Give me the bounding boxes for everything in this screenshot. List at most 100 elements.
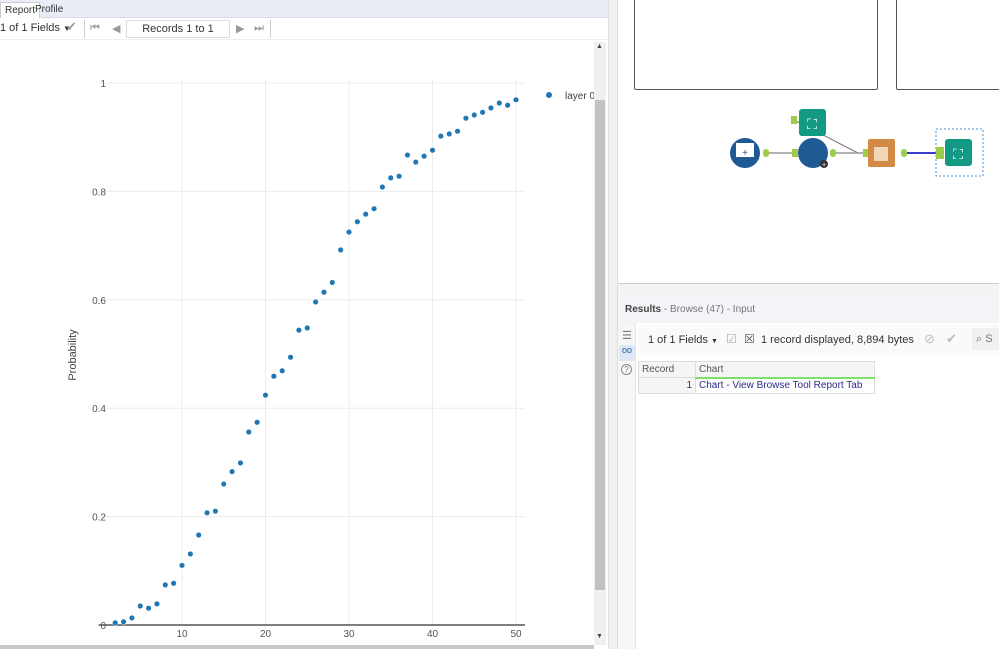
data-point[interactable] <box>112 619 119 626</box>
cancel-icon[interactable]: ⊘ <box>924 331 935 347</box>
fields-label: 1 of 1 Fields <box>648 334 708 346</box>
data-point[interactable] <box>329 279 336 286</box>
data-point[interactable] <box>178 562 186 569</box>
browse-tool-icon-selected[interactable]: ⛶ <box>935 128 984 177</box>
chart-tool-icon[interactable] <box>863 139 907 167</box>
tab-profile[interactable]: Profile <box>31 2 67 18</box>
first-record-icon[interactable]: ⏮ <box>90 22 100 35</box>
data-point[interactable] <box>496 100 503 107</box>
tool-container[interactable] <box>634 0 878 90</box>
data-point[interactable] <box>362 211 369 218</box>
data-point[interactable] <box>345 229 353 236</box>
data-point[interactable] <box>204 509 211 516</box>
panel-splitter[interactable] <box>608 0 618 649</box>
data-point[interactable] <box>429 147 436 154</box>
data-point[interactable] <box>220 481 227 488</box>
data-point[interactable] <box>128 614 135 622</box>
data-point[interactable] <box>120 618 127 625</box>
data-point[interactable] <box>162 581 169 588</box>
apply-check-icon[interactable]: ✔ <box>946 331 957 347</box>
tool-container[interactable] <box>896 0 999 90</box>
prev-record-icon[interactable]: ◀ <box>112 22 120 35</box>
records-range: Records 1 to 1 <box>126 20 230 38</box>
data-point[interactable] <box>195 531 202 539</box>
data-point[interactable] <box>379 184 386 191</box>
x-tick-label: 20 <box>260 629 272 640</box>
data-point[interactable] <box>412 159 419 166</box>
column-header-chart[interactable]: Chart <box>695 361 875 379</box>
chart-cell[interactable]: Chart - View Browse Tool Report Tab <box>695 377 875 394</box>
scatter-chart: 0 0.2 0.4 0.6 0.8 1 10 20 30 40 50 Probability lay… <box>67 79 594 640</box>
data-point[interactable] <box>371 205 378 212</box>
data-point[interactable] <box>170 580 177 587</box>
data-point[interactable] <box>479 109 486 116</box>
scrollbar-thumb[interactable] <box>595 100 605 590</box>
svg-text:⛶: ⛶ <box>807 116 817 132</box>
scroll-up-icon[interactable]: ▲ <box>596 43 603 50</box>
input-tool-icon[interactable]: + <box>730 138 769 168</box>
x-tick-label: 40 <box>427 629 439 640</box>
svg-text:+: + <box>822 162 826 169</box>
data-point[interactable] <box>337 246 344 253</box>
join-tool-icon[interactable]: + <box>792 138 836 169</box>
list-icon[interactable]: ☰ <box>622 329 632 342</box>
workflow-canvas[interactable]: + ⛶ + ⛶ <box>618 0 999 285</box>
data-point[interactable] <box>354 218 361 225</box>
legend-entry[interactable]: layer 0 <box>565 91 594 102</box>
data-point[interactable] <box>312 298 319 306</box>
data-point[interactable] <box>437 133 444 140</box>
y-tick-label: 0.6 <box>92 296 106 307</box>
data-point[interactable] <box>153 600 160 607</box>
data-point[interactable] <box>304 324 311 332</box>
data-point[interactable] <box>262 392 269 399</box>
fields-dropdown[interactable]: 1 of 1 Fields ▼ <box>0 22 71 34</box>
data-point[interactable] <box>287 354 294 361</box>
scroll-down-icon[interactable]: ▼ <box>596 633 603 640</box>
y-tick-label: 0.4 <box>92 404 106 415</box>
data-point[interactable] <box>254 419 261 426</box>
data-point[interactable] <box>320 289 328 296</box>
data-point[interactable] <box>279 367 286 374</box>
data-point[interactable] <box>145 605 152 612</box>
divider <box>84 20 85 38</box>
data-point[interactable] <box>229 468 236 475</box>
data-point[interactable] <box>404 152 411 159</box>
uncheck-all-icon[interactable]: ☒ <box>744 332 755 346</box>
chevron-down-icon: ▼ <box>710 338 718 345</box>
last-record-icon[interactable]: ⏭ <box>254 22 264 35</box>
data-point[interactable] <box>137 602 144 610</box>
data-point[interactable] <box>512 96 520 103</box>
browse-tool-icon[interactable]: ⛶ <box>791 109 826 136</box>
data-point[interactable] <box>462 115 469 122</box>
y-tick-label: 1 <box>100 79 106 90</box>
table-row[interactable]: 1 Chart - View Browse Tool Report Tab <box>638 377 875 394</box>
data-point[interactable] <box>270 373 277 380</box>
data-point[interactable] <box>245 428 252 436</box>
next-record-icon[interactable]: ▶ <box>236 22 244 35</box>
data-point[interactable] <box>446 130 453 137</box>
data-point[interactable] <box>471 111 478 119</box>
data-point[interactable] <box>387 174 394 181</box>
data-point[interactable] <box>187 550 194 558</box>
data-point[interactable] <box>454 128 461 135</box>
data-point[interactable] <box>295 327 302 334</box>
results-toolbar: 1 of 1 Fields ▼ ☑ ☒ 1 record displayed, … <box>638 325 999 355</box>
column-header-record[interactable]: Record <box>638 361 696 378</box>
binoculars-icon[interactable]: oo <box>619 345 635 361</box>
data-point[interactable] <box>237 459 244 466</box>
apply-check-icon[interactable]: ✔ <box>66 19 77 35</box>
horizontal-scrollbar[interactable] <box>0 645 594 649</box>
search-input[interactable]: ⌕ S <box>972 328 999 350</box>
fields-dropdown[interactable]: 1 of 1 Fields ▼ <box>648 334 718 346</box>
data-point[interactable] <box>212 508 219 515</box>
x-tick-label: 10 <box>176 629 188 640</box>
data-point[interactable] <box>396 173 403 180</box>
data-point[interactable] <box>421 153 428 160</box>
data-point[interactable] <box>487 104 495 111</box>
pane-splitter[interactable] <box>618 283 999 293</box>
check-all-icon[interactable]: ☑ <box>726 332 737 346</box>
data-point[interactable] <box>504 102 511 109</box>
help-icon[interactable]: ? <box>621 364 632 375</box>
fields-label: 1 of 1 Fields <box>0 22 60 34</box>
y-tick-label: 0.2 <box>92 513 106 524</box>
